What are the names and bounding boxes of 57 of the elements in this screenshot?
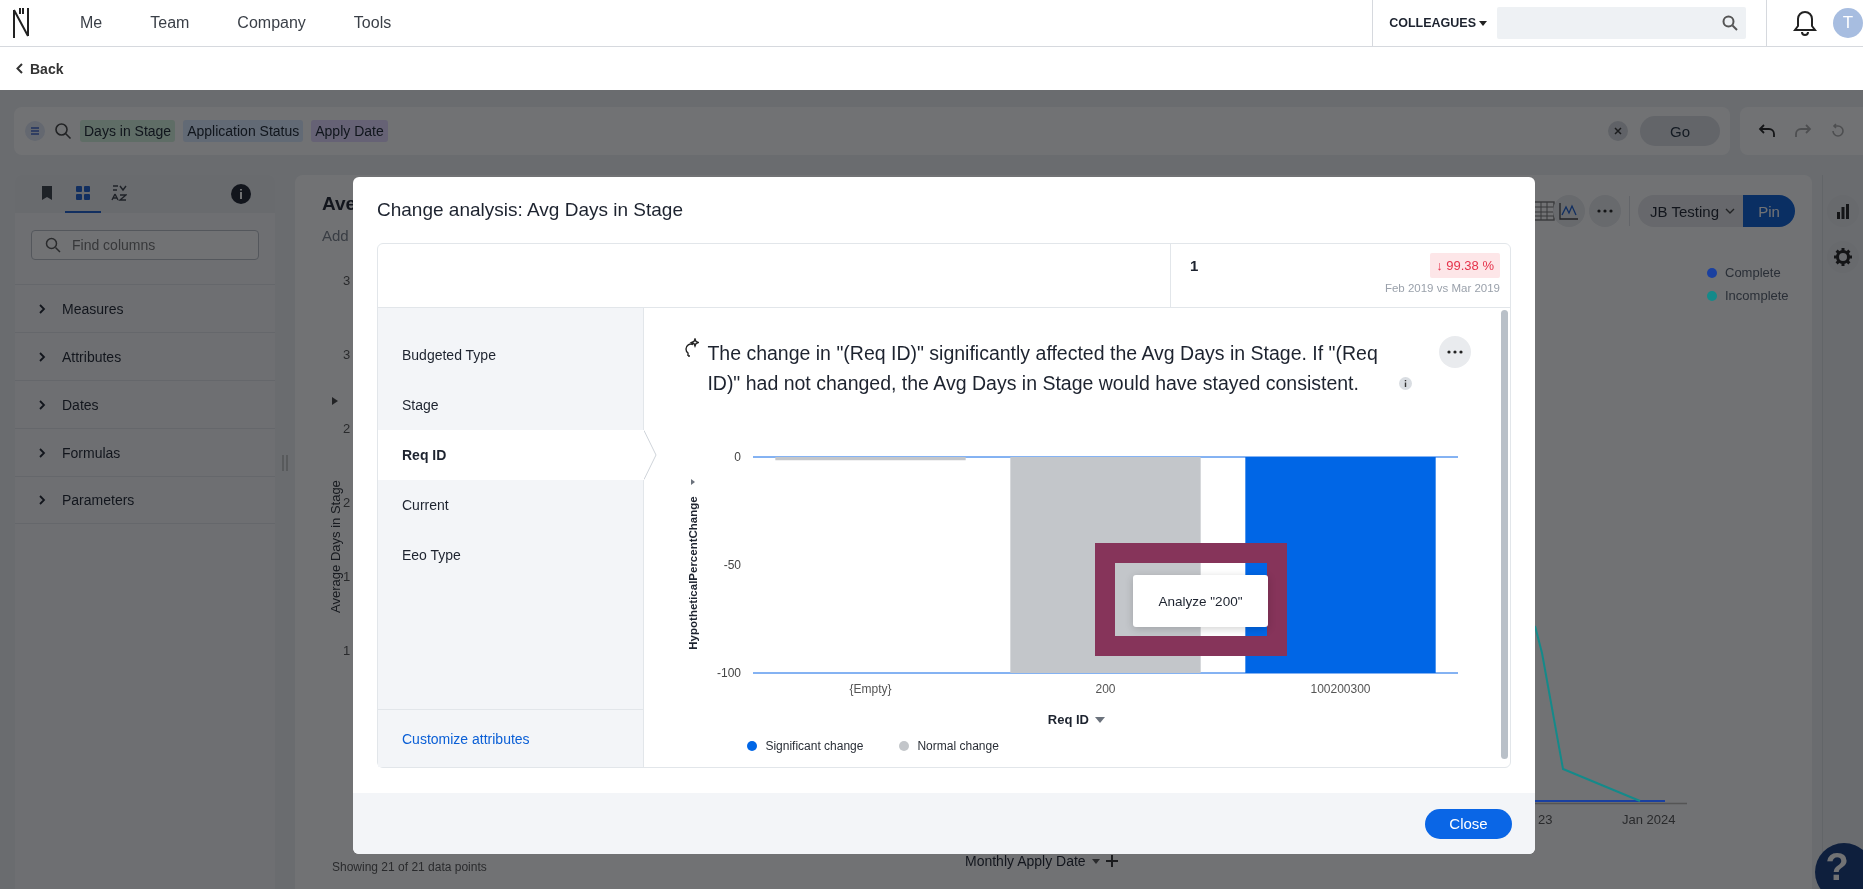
legend-label[interactable]: Normal change [917, 739, 999, 753]
legend-label[interactable]: Significant change [765, 739, 864, 753]
go-button[interactable]: Go [1640, 116, 1720, 146]
tick-label: 0 [734, 450, 742, 464]
data-points-count: Showing 21 of 21 data points [332, 860, 487, 874]
tick-label: 23 [1538, 812, 1553, 827]
tick-label: 2 [343, 421, 351, 436]
dialog-title: Change analysis: Avg Days in Stage [377, 199, 684, 221]
section-header[interactable]: Attributes [15, 332, 275, 380]
find-columns-field[interactable]: Find columns [31, 230, 259, 260]
tick-label: 3 [343, 273, 351, 288]
user-avatar[interactable]: T [1833, 8, 1863, 38]
category-label: {Empty} [849, 682, 892, 696]
section-header[interactable]: Parameters [15, 476, 275, 524]
tick-label: 2 [343, 495, 351, 510]
close-button[interactable]: Close [1425, 808, 1512, 839]
summary-value: 1 [1190, 257, 1199, 274]
category-label: 200 [1095, 682, 1116, 696]
legend-label[interactable]: Complete [1725, 265, 1781, 280]
change-badge: ↓ 99.38 % [1430, 253, 1500, 278]
search-token[interactable]: Days in Stage [80, 120, 176, 142]
tooltip: Analyze "200" [1133, 575, 1268, 627]
search-bar[interactable]: Days in Stage Application Status Apply Date Go [14, 107, 1730, 155]
section-header[interactable]: Measures [15, 284, 275, 332]
nav-link[interactable]: Me [80, 14, 103, 32]
axis-title[interactable]: Average Days in Stage [327, 446, 343, 647]
attribute-tab[interactable]: Budgeted Type [378, 330, 644, 380]
section-header[interactable]: Dates [15, 380, 275, 428]
attribute-tab[interactable]: Eeo Type [378, 530, 644, 580]
nav-link[interactable]: Team [150, 14, 190, 32]
nav-link[interactable]: Company [237, 14, 306, 32]
answer-description: Add [322, 227, 350, 244]
tick-label: -50 [724, 558, 742, 572]
pin-button[interactable]: Pin [1743, 195, 1795, 227]
help-button[interactable]: ? [1815, 843, 1863, 889]
tick-label: 3 [343, 347, 351, 362]
category-label: 100200300 [1310, 682, 1371, 696]
customize-link[interactable]: Customize attributes [378, 709, 644, 767]
axis-title[interactable]: Req ID [1047, 712, 1089, 727]
search-token[interactable]: Application Status [183, 120, 304, 142]
tick-label: 1 [343, 569, 351, 584]
tick-label: -100 [717, 666, 742, 680]
colleagues-dropdown[interactable]: COLLEAGUES [1389, 16, 1487, 30]
legend-label[interactable]: Incomplete [1725, 288, 1789, 303]
attribute-tab[interactable]: Current [378, 480, 644, 530]
insight-text: The change in "(Req ID)" significantly affected the Avg Days in Stage. If "(Req ID)" had not changed, the Avg Days in Stage would have stayed consistent. [707, 341, 1379, 396]
tick-label: 1 [343, 643, 351, 658]
back-link[interactable]: Back [16, 60, 64, 77]
section-header[interactable]: Formulas [15, 428, 275, 476]
nav-link[interactable]: Tools [353, 14, 392, 32]
period-label: Feb 2019 vs Mar 2019 [1384, 282, 1500, 294]
axis-title: HypotheticalPercentChange [687, 496, 700, 650]
tick-label: Jan 2024 [1622, 812, 1676, 827]
attribute-tab[interactable]: Req ID [378, 430, 644, 480]
attribute-tab[interactable]: Stage [378, 380, 644, 430]
search-token[interactable]: Apply Date [311, 120, 388, 142]
axis-title[interactable]: Monthly Apply Date [965, 853, 1086, 869]
